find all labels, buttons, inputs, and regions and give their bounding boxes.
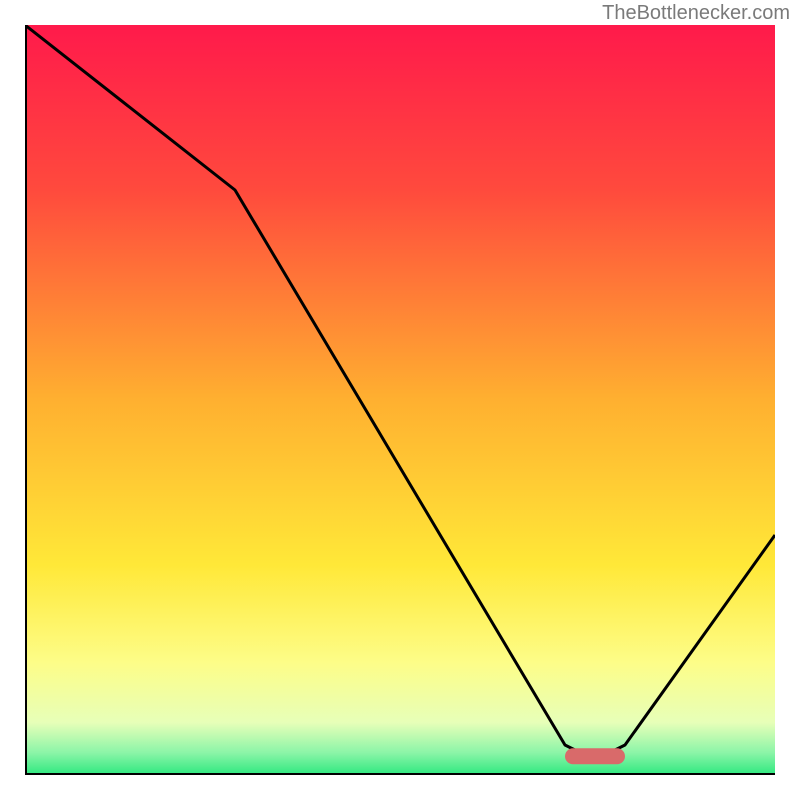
gradient-background	[25, 25, 775, 775]
optimal-marker	[565, 748, 625, 764]
chart-svg	[25, 25, 775, 775]
plot-area	[25, 25, 775, 775]
watermark-text: TheBottlenecker.com	[602, 2, 790, 25]
chart-container: TheBottlenecker.com	[0, 0, 800, 800]
